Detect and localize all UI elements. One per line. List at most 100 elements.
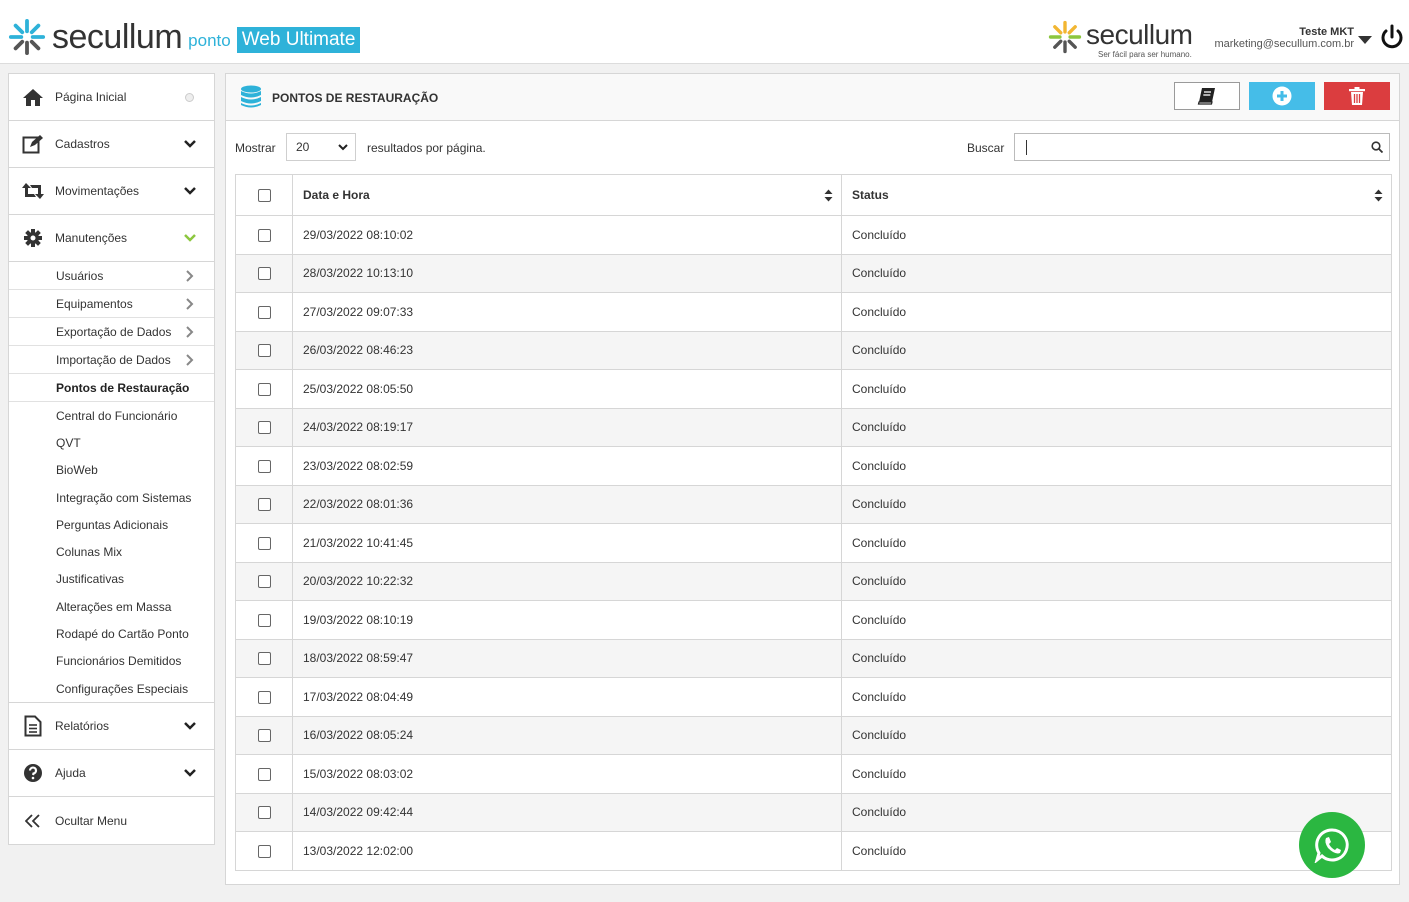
search-input[interactable]	[1014, 133, 1390, 161]
table-row[interactable]: 21/03/2022 10:41:45 Concluído	[235, 523, 1392, 563]
sidebar-item-rodape-cartao[interactable]: Rodapé do Cartão Ponto	[9, 620, 214, 647]
sidebar-item-importacao[interactable]: Importação de Dados	[9, 346, 214, 374]
cell-status: Concluído	[841, 369, 1392, 409]
chevron-down-icon	[184, 769, 196, 778]
sidebar-item-movimentacoes[interactable]: Movimentações	[9, 168, 214, 215]
sidebar-item-label: Página Inicial	[55, 90, 127, 104]
row-select-cell	[235, 523, 293, 563]
sidebar-item-pontos-restauracao[interactable]: Pontos de Restauração	[9, 374, 214, 402]
sidebar-item-label: Relatórios	[55, 719, 110, 734]
chevron-right-icon	[186, 354, 194, 366]
column-header-datetime[interactable]: Data e Hora	[292, 174, 842, 216]
row-checkbox[interactable]	[257, 806, 271, 820]
database-icon	[241, 85, 261, 108]
table-row[interactable]: 18/03/2022 08:59:47 Concluído	[235, 638, 1392, 678]
manual-button[interactable]	[1174, 82, 1240, 110]
sidebar-item-home[interactable]: Página Inicial	[9, 74, 214, 121]
sidebar-item-central-funcionario[interactable]: Central do Funcionário	[9, 402, 214, 429]
sidebar-item-usuarios[interactable]: Usuários	[9, 262, 214, 290]
product-badge: Web Ultimate	[236, 27, 361, 53]
submenu-label: Justificativas	[56, 572, 125, 587]
submenu-label: Funcionários Demitidos	[56, 654, 182, 669]
sidebar-item-manutencoes[interactable]: Manutenções	[9, 215, 214, 262]
table-row[interactable]: 29/03/2022 08:10:02 Concluído	[235, 215, 1392, 255]
row-checkbox[interactable]	[257, 690, 271, 704]
sidebar-item-equipamentos[interactable]: Equipamentos	[9, 290, 214, 318]
sidebar-item-label: Ocultar Menu	[55, 813, 128, 828]
user-menu[interactable]: Teste MKT marketing@secullum.com.br	[1206, 26, 1354, 50]
table-row[interactable]: 22/03/2022 08:01:36 Concluído	[235, 484, 1392, 524]
sidebar-item-perguntas[interactable]: Perguntas Adicionais	[9, 511, 214, 538]
table-row[interactable]: 25/03/2022 08:05:50 Concluído	[235, 369, 1392, 409]
sidebar-item-exportacao[interactable]: Exportação de Dados	[9, 318, 214, 346]
row-checkbox[interactable]	[257, 267, 271, 281]
book-icon	[1197, 88, 1215, 105]
table-row[interactable]: 24/03/2022 08:19:17 Concluído	[235, 407, 1392, 447]
brand-wordmark: secullum	[52, 18, 183, 56]
column-header-status[interactable]: Status	[841, 174, 1392, 216]
row-checkbox[interactable]	[257, 382, 271, 396]
submenu-label: Pontos de Restauração	[56, 380, 190, 395]
row-checkbox[interactable]	[257, 421, 271, 435]
page-title: PONTOS DE RESTAURAÇÃO	[272, 91, 439, 105]
sidebar-item-qvt[interactable]: QVT	[9, 429, 214, 456]
row-checkbox[interactable]	[257, 498, 271, 512]
whatsapp-button[interactable]	[1299, 812, 1365, 878]
row-checkbox[interactable]	[257, 729, 271, 743]
page-size-select[interactable]: 20	[286, 133, 356, 161]
sidebar-item-ajuda[interactable]: Ajuda	[9, 750, 214, 798]
column-label: Status	[852, 188, 889, 202]
cell-status: Concluído	[841, 407, 1392, 447]
table-row[interactable]: 13/03/2022 12:02:00 Concluído	[235, 831, 1392, 871]
row-checkbox[interactable]	[257, 459, 271, 473]
select-all-checkbox[interactable]	[257, 189, 271, 203]
table-row[interactable]: 19/03/2022 08:10:19 Concluído	[235, 600, 1392, 640]
row-checkbox[interactable]	[257, 767, 271, 781]
table-header-row: Data e Hora Status	[235, 174, 1392, 216]
cell-status: Concluído	[841, 523, 1392, 563]
restore-points-table: Data e Hora Status 29/03/2022 08:10:02 Co…	[235, 174, 1392, 871]
sidebar-item-bioweb[interactable]: BioWeb	[9, 457, 214, 484]
cell-status: Concluído	[841, 484, 1392, 524]
sidebar-item-justificativas[interactable]: Justificativas	[9, 566, 214, 593]
table-controls: Mostrar 20 resultados por página. Buscar	[226, 121, 1399, 173]
product-ponto-label: ponto	[188, 31, 231, 50]
sidebar-item-colunas-mix[interactable]: Colunas Mix	[9, 538, 214, 565]
sidebar-item-configuracoes-especiais[interactable]: Configurações Especiais	[9, 675, 214, 702]
table-row[interactable]: 26/03/2022 08:46:23 Concluído	[235, 330, 1392, 370]
table-row[interactable]: 16/03/2022 08:05:24 Concluído	[235, 715, 1392, 755]
table-row[interactable]: 20/03/2022 10:22:32 Concluído	[235, 561, 1392, 601]
cell-datetime: 14/03/2022 09:42:44	[292, 792, 842, 832]
delete-button[interactable]	[1324, 82, 1390, 110]
cell-datetime: 29/03/2022 08:10:02	[292, 215, 842, 255]
row-checkbox[interactable]	[257, 613, 271, 627]
row-checkbox[interactable]	[257, 575, 271, 589]
row-select-cell	[235, 292, 293, 332]
table-row[interactable]: 23/03/2022 08:02:59 Concluído	[235, 446, 1392, 486]
row-checkbox[interactable]	[257, 844, 271, 858]
row-checkbox[interactable]	[257, 228, 271, 242]
row-checkbox[interactable]	[257, 344, 271, 358]
table-row[interactable]: 14/03/2022 09:42:44 Concluído	[235, 792, 1392, 832]
row-select-cell	[235, 715, 293, 755]
sidebar-item-alteracoes-massa[interactable]: Alterações em Massa	[9, 593, 214, 620]
row-checkbox[interactable]	[257, 652, 271, 666]
add-restore-point-button[interactable]	[1249, 82, 1315, 110]
table-row[interactable]: 27/03/2022 09:07:33 Concluído	[235, 292, 1392, 332]
table-row[interactable]: 17/03/2022 08:04:49 Concluído	[235, 677, 1392, 717]
caret-down-icon[interactable]	[1358, 36, 1372, 44]
table-row[interactable]: 15/03/2022 08:03:02 Concluído	[235, 754, 1392, 794]
row-checkbox[interactable]	[257, 305, 271, 319]
sidebar-item-funcionarios-demitidos[interactable]: Funcionários Demitidos	[9, 648, 214, 675]
submenu-label: Perguntas Adicionais	[56, 517, 169, 532]
secullum-ponto-logo[interactable]: secullum ponto Web Ultimate	[8, 18, 361, 56]
submenu-label: Equipamentos	[56, 296, 133, 311]
sidebar-item-cadastros[interactable]: Cadastros	[9, 121, 214, 168]
brand-tagline: Ser fácil para ser humano.	[1098, 50, 1192, 59]
power-icon[interactable]	[1378, 24, 1406, 52]
sidebar-item-ocultar-menu[interactable]: Ocultar Menu	[9, 797, 214, 844]
sidebar-item-relatorios[interactable]: Relatórios	[9, 703, 214, 751]
table-row[interactable]: 28/03/2022 10:13:10 Concluído	[235, 253, 1392, 293]
row-checkbox[interactable]	[257, 536, 271, 550]
sidebar-item-integracao[interactable]: Integração com Sistemas	[9, 484, 214, 511]
